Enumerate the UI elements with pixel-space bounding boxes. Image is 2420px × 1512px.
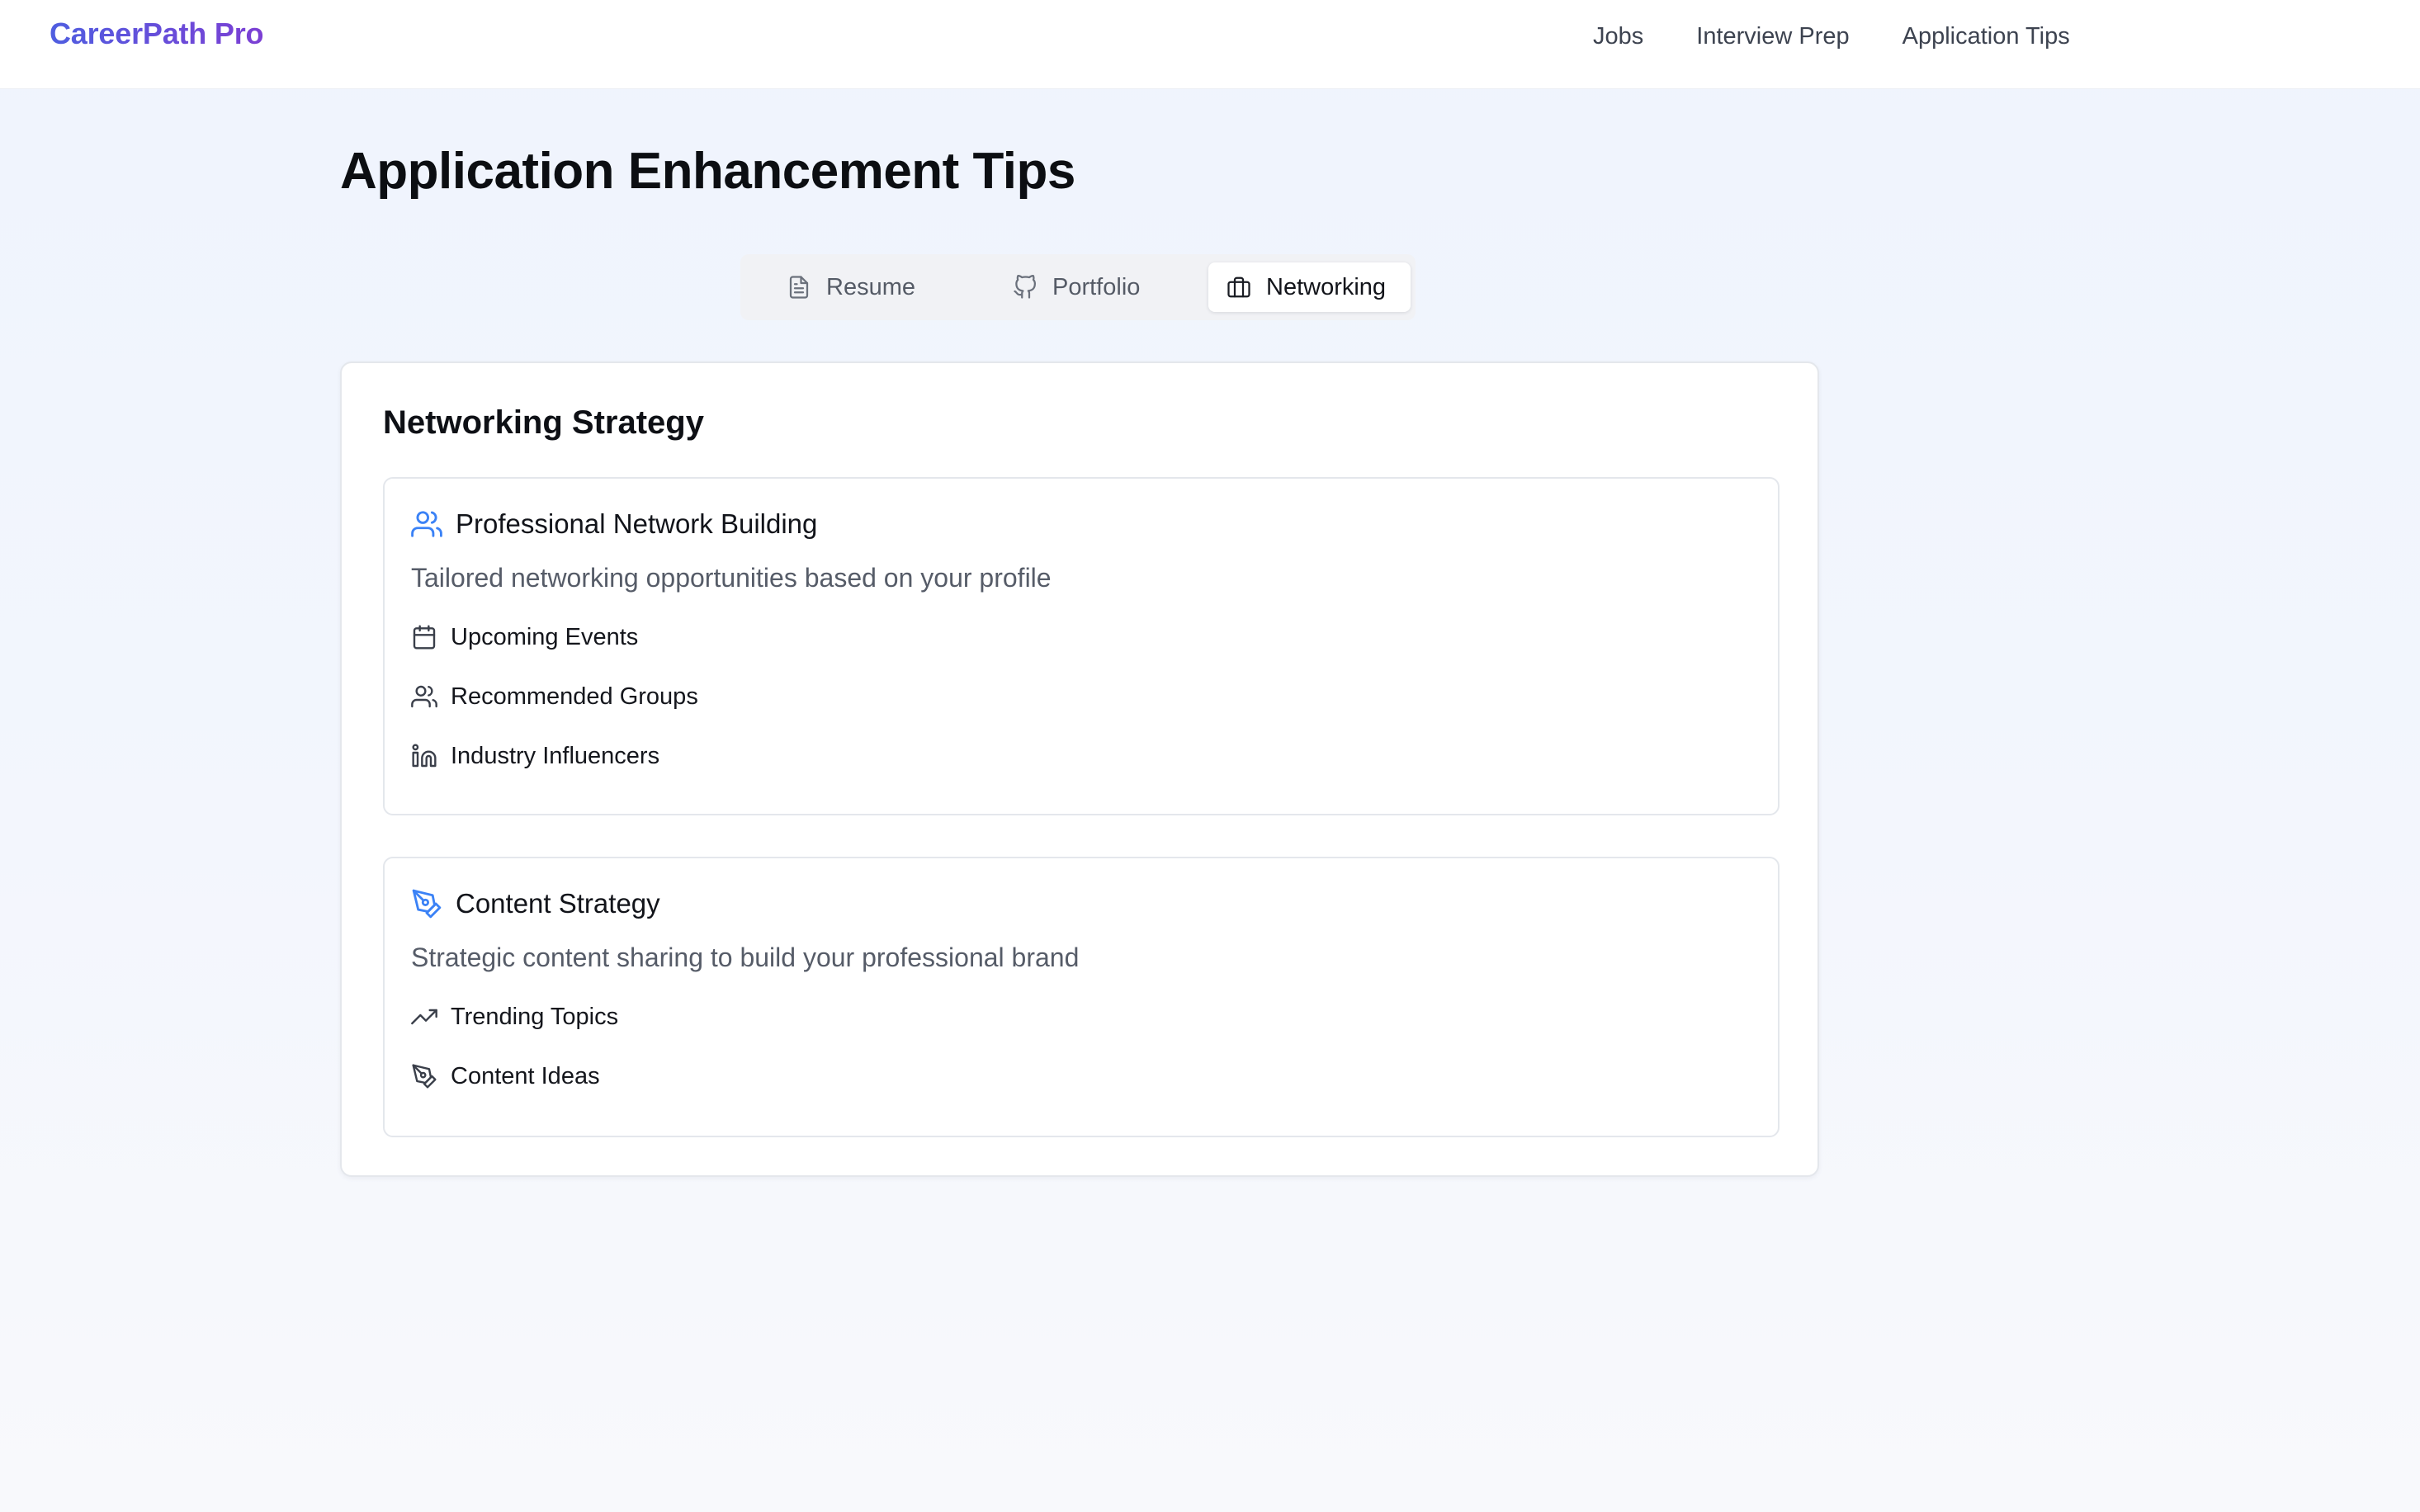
section-title: Professional Network Building <box>456 508 818 539</box>
section-item-list: Upcoming Events Recommended Groups Indus… <box>411 619 698 797</box>
briefcase-icon <box>1227 276 1250 298</box>
linkedin-icon <box>412 744 437 768</box>
card-title: Networking Strategy <box>383 404 704 441</box>
pen-tool-icon <box>412 1064 437 1089</box>
item-label: Recommended Groups <box>451 683 698 710</box>
tab-portfolio-label: Portfolio <box>1052 273 1141 300</box>
item-recommended-groups[interactable]: Recommended Groups <box>411 678 698 715</box>
professional-network-section: Professional Network Building Tailored n… <box>383 477 1780 815</box>
nav-link-application-tips[interactable]: Application Tips <box>1902 23 2070 50</box>
calendar-icon <box>413 625 436 650</box>
item-industry-influencers[interactable]: Industry Influencers <box>411 738 698 774</box>
item-trending-topics[interactable]: Trending Topics <box>411 999 618 1035</box>
file-text-icon <box>789 276 809 299</box>
section-title: Content Strategy <box>456 888 660 919</box>
nav-link-interview-prep[interactable]: Interview Prep <box>1696 23 1849 50</box>
brand-logo[interactable]: CareerPath Pro <box>50 17 264 51</box>
tab-networking-label: Networking <box>1266 273 1387 300</box>
github-icon <box>1014 275 1036 299</box>
networking-strategy-card: Networking Strategy Professional Network… <box>340 361 1819 1177</box>
section-description: Tailored networking opportunities based … <box>411 563 1052 593</box>
page-title: Application Enhancement Tips <box>340 143 1075 200</box>
item-label: Upcoming Events <box>451 623 639 650</box>
pen-tool-icon <box>412 889 442 919</box>
item-label: Content Ideas <box>451 1062 600 1089</box>
tab-resume-label: Resume <box>826 273 915 300</box>
tab-list: Resume Portfolio Networking <box>740 254 1416 320</box>
nav-link-jobs[interactable]: Jobs <box>1593 23 1643 50</box>
top-navbar: CareerPath Pro Jobs Interview Prep Appli… <box>0 0 2420 89</box>
users-icon <box>411 511 442 537</box>
trending-up-icon <box>411 1009 437 1025</box>
main-nav: Jobs Interview Prep Application Tips <box>1593 23 2070 50</box>
users-icon <box>411 685 437 708</box>
section-item-list: Trending Topics Content Ideas <box>411 999 618 1117</box>
item-upcoming-events[interactable]: Upcoming Events <box>411 619 698 655</box>
tab-networking[interactable]: Networking <box>1208 262 1411 312</box>
item-content-ideas[interactable]: Content Ideas <box>411 1058 618 1094</box>
section-header: Content Strategy <box>411 888 660 919</box>
item-label: Industry Influencers <box>451 742 660 769</box>
tab-portfolio[interactable]: Portfolio <box>1013 262 1140 312</box>
section-description: Strategic content sharing to build your … <box>411 943 1080 972</box>
content-strategy-section: Content Strategy Strategic content shari… <box>383 857 1780 1137</box>
item-label: Trending Topics <box>451 1003 619 1030</box>
tab-resume[interactable]: Resume <box>787 262 915 312</box>
section-header: Professional Network Building <box>411 508 817 540</box>
